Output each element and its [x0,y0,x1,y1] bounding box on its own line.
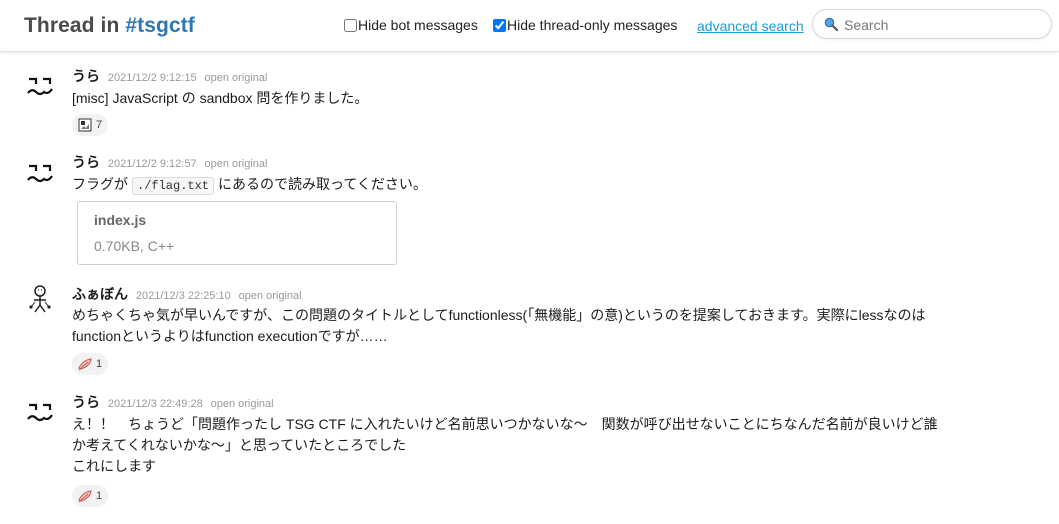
open-original-link[interactable]: open original [204,158,267,170]
avatar [27,403,53,422]
author-name[interactable]: うら [72,68,100,84]
hide-thread-checkbox[interactable] [493,18,506,32]
hide-bot-checkbox[interactable] [344,18,357,32]
reaction-badge[interactable]: 1 [72,485,109,507]
author-name[interactable]: うら [72,154,100,170]
avatar [27,77,53,96]
page-title: Thread in #tsgctf [24,14,195,37]
avatar [29,285,51,313]
open-original-link[interactable]: open original [211,398,274,410]
author-name[interactable]: うら [72,394,100,410]
avatar [27,164,53,183]
hide-bot-filter[interactable]: Hide bot messages [344,17,478,33]
hide-bot-label: Hide bot messages [358,17,478,33]
file-meta: 0.70KB, C++ [94,238,175,254]
header-bar: Thread in #tsgctf Hide bot messages Hide… [0,0,1059,52]
message-timestamp: 2021/12/2 9:12:57 [107,158,197,170]
reaction-count: 1 [96,358,103,370]
message-text: え！！ ちょうど「問題作ったし TSG CTF に入れたいけど名前思いつかないな… [72,416,938,474]
hide-thread-label: Hide thread-only messages [507,17,678,33]
file-attachment[interactable]: index.js 0.70KB, C++ [77,201,397,265]
file-name[interactable]: index.js [94,212,146,228]
search-icon [824,17,838,31]
reaction-count: 1 [96,490,103,502]
open-original-link[interactable]: open original [204,72,267,84]
message-text: フラグが ./flag.txt にあるので読み取ってください。 [72,176,427,195]
message-timestamp: 2021/12/2 9:12:15 [107,72,197,84]
feather-icon [78,490,92,503]
reaction-count: 7 [96,119,103,131]
message-timestamp: 2021/12/3 22:49:28 [107,398,203,410]
advanced-search-link[interactable]: advanced search [697,18,804,34]
reaction-badge[interactable]: 1 [72,353,109,375]
feather-icon [78,358,92,371]
author-name[interactable]: ふぁぼん [72,286,128,302]
search-box[interactable] [812,9,1052,39]
message-timestamp: 2021/12/3 22:25:10 [135,290,231,302]
message-text: めちゃくちゃ気が早いんですが、この問題のタイトルとしてfunctionless(… [72,307,926,344]
broken-image-icon [78,118,92,132]
inline-code: ./flag.txt [132,177,215,195]
open-original-link[interactable]: open original [239,290,302,302]
reaction-badge[interactable]: 7 [72,114,109,136]
channel-name[interactable]: #tsgctf [125,14,195,37]
search-input[interactable] [844,15,1034,34]
message-text: [misc] JavaScript の sandbox 問を作りました。 [72,90,369,106]
hide-thread-filter[interactable]: Hide thread-only messages [493,17,677,33]
